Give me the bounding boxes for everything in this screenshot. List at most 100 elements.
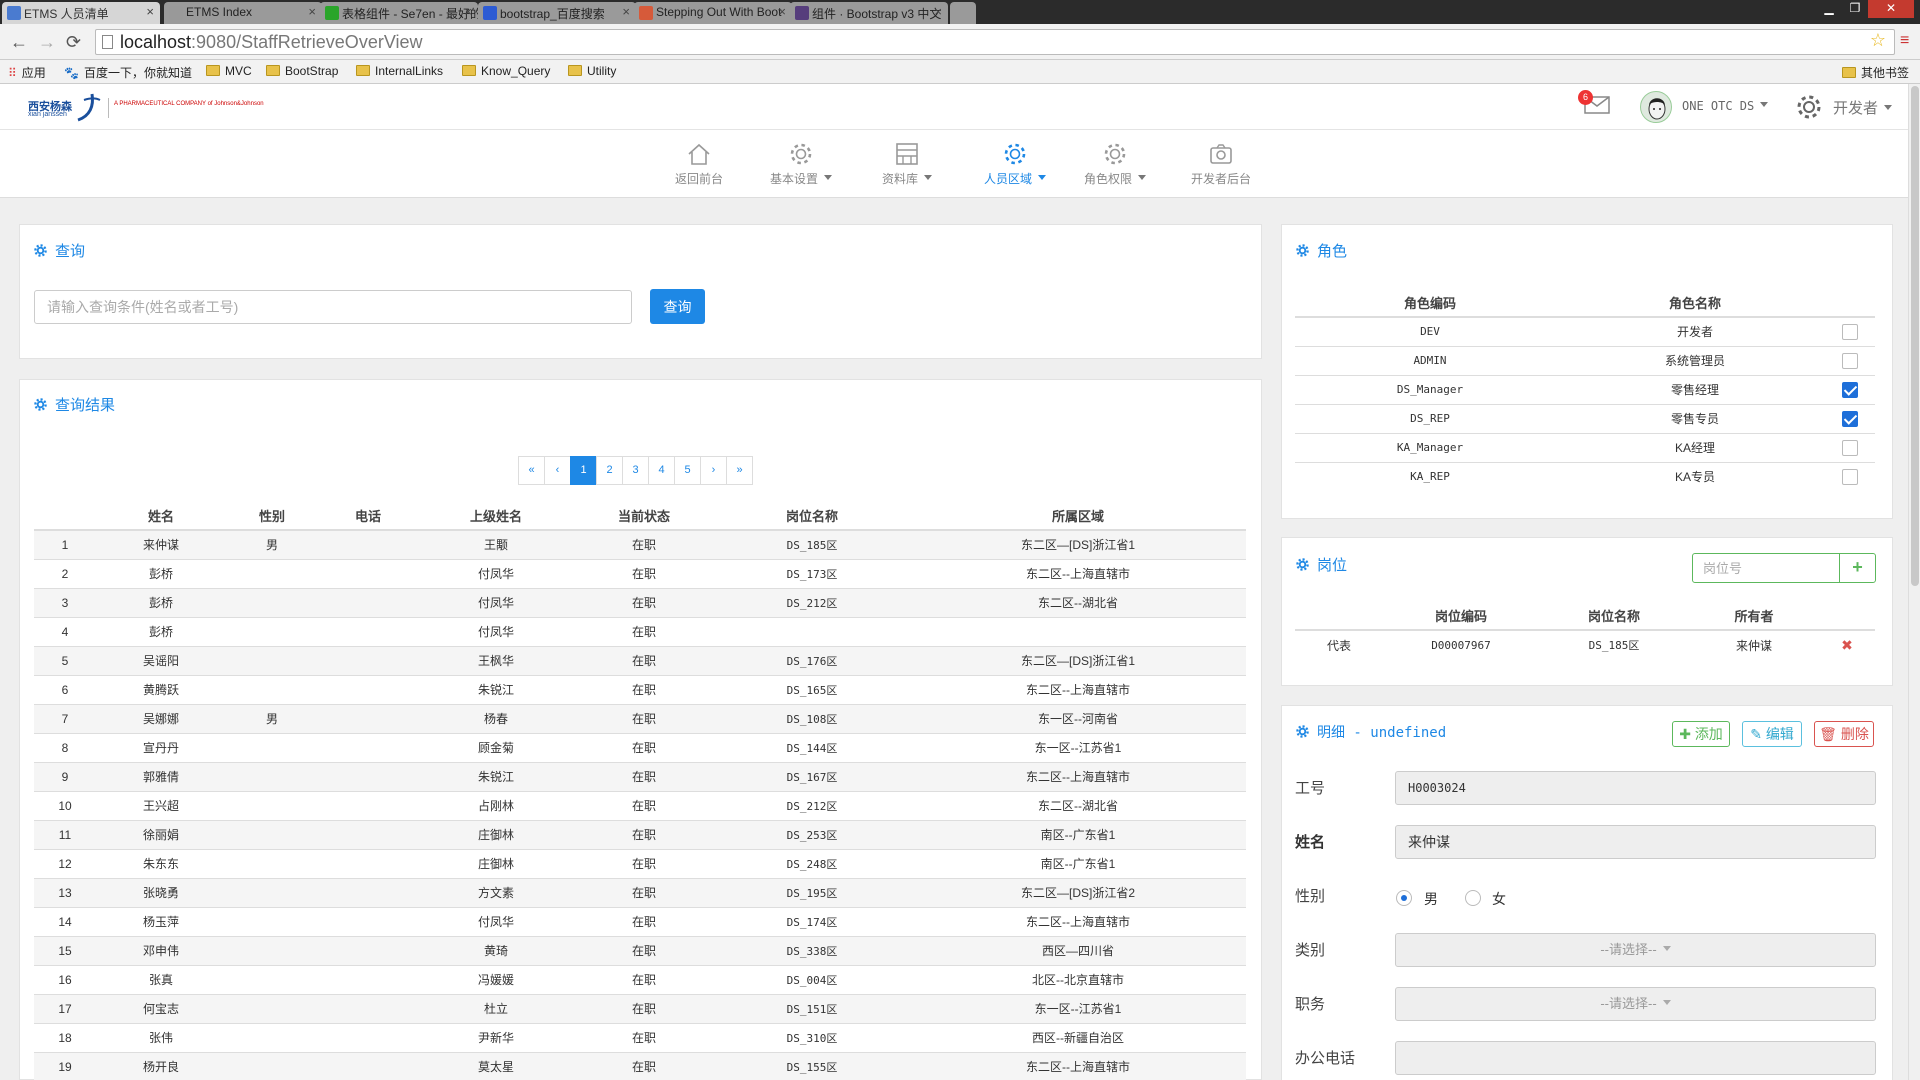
role-checkbox[interactable] (1842, 352, 1858, 369)
browser-tab[interactable]: Stepping Out With Boot × (634, 2, 792, 24)
position-select[interactable]: --请选择-- (1395, 987, 1876, 1021)
category-select[interactable]: --请选择-- (1395, 933, 1876, 967)
bookmark-item[interactable]: InternalLinks (356, 64, 443, 78)
role-checkbox[interactable] (1842, 410, 1858, 427)
table-row[interactable]: 18 张伟 尹新华 在职 DS_310区 西区--新疆自治区 (34, 1022, 1246, 1052)
page-link[interactable]: « (518, 456, 545, 485)
settings-gear-icon[interactable] (1795, 93, 1823, 121)
table-row[interactable]: 1 来仲谋男 王颙 在职 DS_185区 东二区—[DS]浙江省1 (34, 529, 1246, 559)
name-field[interactable]: 来仲谋 (1395, 825, 1876, 859)
edit-button[interactable]: ✎ 编辑 (1742, 721, 1802, 747)
browser-tab[interactable]: bootstrap_百度搜索 × (478, 2, 636, 24)
table-row[interactable]: 14 杨玉萍 付凤华 在职 DS_174区 东二区--上海直辖市 (34, 906, 1246, 936)
nav-item[interactable]: 返回前台 (654, 140, 744, 187)
table-row[interactable]: 13 张晓勇 方文素 在职 DS_195区 东二区—[DS]浙江省2 (34, 877, 1246, 907)
url-field[interactable]: localhost:9080/StaffRetrieveOverView ☆ (95, 29, 1895, 55)
bookmark-item[interactable]: Know_Query (462, 64, 550, 78)
menu-icon[interactable]: ≡ (1900, 32, 1909, 50)
bookmark-item[interactable]: ⠿ 应用 (8, 64, 46, 81)
restore-button[interactable]: ❐ (1842, 0, 1868, 18)
role-checkbox[interactable] (1842, 381, 1858, 398)
nav-item[interactable]: 角色权限 (1070, 140, 1160, 187)
new-tab-button[interactable] (950, 2, 976, 24)
column-header[interactable]: 岗位名称 (714, 502, 910, 531)
role-checkbox[interactable] (1842, 323, 1858, 340)
page-link[interactable]: › (700, 456, 727, 485)
table-row[interactable]: 11 徐丽娟 庄御林 在职 DS_253区 南区--广东省1 (34, 819, 1246, 849)
table-row[interactable]: 2 彭桥 付凤华 在职 DS_173区 东二区--上海直辖市 (34, 558, 1246, 588)
scrollbar-thumb[interactable] (1911, 86, 1919, 586)
office-phone-field[interactable] (1395, 1041, 1876, 1075)
table-row[interactable]: 3 彭桥 付凤华 在职 DS_212区 东二区--湖北省 (34, 587, 1246, 617)
column-header[interactable] (34, 502, 96, 531)
user-menu[interactable]: ONE OTC DS (1682, 99, 1769, 113)
reload-icon[interactable]: ⟳ (66, 32, 81, 53)
page-link[interactable]: » (726, 456, 753, 485)
page-link[interactable]: 4 (648, 456, 675, 485)
remove-icon[interactable]: ✖ (1841, 637, 1853, 653)
gender-male-radio[interactable] (1396, 890, 1412, 906)
company-logo[interactable]: 西安杨森 xian janssen A PHARMACEUTICAL COMPA… (28, 92, 264, 122)
close-icon[interactable]: × (934, 4, 942, 19)
browser-tab[interactable]: 组件 · Bootstrap v3 中文 × (790, 2, 948, 24)
browser-tab[interactable]: ETMS Index × (164, 2, 322, 24)
page-scrollbar[interactable] (1908, 84, 1920, 1080)
close-icon[interactable]: × (778, 4, 786, 19)
close-icon[interactable]: × (622, 4, 630, 19)
bookmark-star-icon[interactable]: ☆ (1870, 30, 1886, 51)
post-number-input[interactable] (1692, 553, 1840, 583)
nav-item[interactable]: 人员区域 (970, 140, 1060, 187)
nav-item[interactable]: 基本设置 (756, 140, 846, 187)
table-row[interactable]: 8 宣丹丹 顾金菊 在职 DS_144区 东一区--江苏省1 (34, 732, 1246, 762)
developer-menu[interactable]: 开发者 (1833, 97, 1893, 118)
browser-tab[interactable]: 表格组件 - Se7en - 最好的 × (320, 2, 478, 24)
table-row[interactable]: 10 王兴超 占刚林 在职 DS_212区 东二区--湖北省 (34, 790, 1246, 820)
table-row[interactable]: 17 何宝志 杜立 在职 DS_151区 东一区--江苏省1 (34, 993, 1246, 1023)
browser-tab[interactable]: ETMS 人员清单 × (2, 2, 160, 24)
close-icon[interactable]: × (308, 4, 316, 19)
table-row[interactable]: 16 张真 冯媛媛 在职 DS_004区 北区--北京直辖市 (34, 964, 1246, 994)
table-row[interactable]: 9 郭雅倩 朱锐江 在职 DS_167区 东二区--上海直辖市 (34, 761, 1246, 791)
gender-female-radio[interactable] (1465, 890, 1481, 906)
delete-button[interactable]: 🗑 删除 (1814, 721, 1874, 747)
search-input[interactable] (34, 290, 632, 324)
column-header[interactable]: 上级姓名 (418, 502, 574, 531)
column-header[interactable]: 性别 (226, 502, 318, 531)
table-row[interactable]: 6 黄腾跃 朱锐江 在职 DS_165区 东二区--上海直辖市 (34, 674, 1246, 704)
search-button[interactable]: 查询 (650, 289, 705, 324)
page-link[interactable]: ‹ (544, 456, 571, 485)
role-checkbox[interactable] (1842, 439, 1858, 456)
back-icon[interactable]: ← (10, 32, 28, 53)
table-row[interactable]: 19 杨开良 莫太星 在职 DS_155区 东二区--上海直辖市 (34, 1051, 1246, 1080)
table-row[interactable]: 4 彭桥 付凤华 在职 (34, 616, 1246, 646)
table-row[interactable]: 12 朱东东 庄御林 在职 DS_248区 南区--广东省1 (34, 848, 1246, 878)
employee-id-field[interactable]: H0003024 (1395, 771, 1876, 805)
bookmark-item[interactable]: BootStrap (266, 64, 338, 78)
column-header[interactable]: 所属区域 (910, 502, 1246, 531)
nav-item[interactable]: 资料库 (862, 140, 952, 187)
other-bookmarks[interactable]: 其他书签 (1842, 64, 1909, 81)
page-link[interactable]: 2 (596, 456, 623, 485)
column-header[interactable]: 当前状态 (574, 502, 714, 531)
add-button[interactable]: ✚ 添加 (1672, 721, 1730, 747)
bookmark-item[interactable]: MVC (206, 64, 252, 78)
close-icon[interactable]: × (146, 4, 154, 19)
table-row[interactable]: 7 吴娜娜男 杨春 在职 DS_108区 东一区--河南省 (34, 703, 1246, 733)
role-checkbox[interactable] (1842, 468, 1858, 485)
page-link[interactable]: 1 (570, 456, 597, 485)
nav-item[interactable]: 开发者后台 (1176, 140, 1266, 187)
bookmark-item[interactable]: 🐾 百度一下，你就知道 (64, 64, 192, 81)
add-post-button[interactable]: + (1839, 553, 1876, 583)
column-header[interactable]: 姓名 (96, 502, 226, 531)
avatar[interactable] (1640, 91, 1672, 123)
close-window-button[interactable]: ✕ (1868, 0, 1914, 18)
page-link[interactable]: 5 (674, 456, 701, 485)
minimize-button[interactable]: ▁ (1816, 0, 1842, 18)
close-icon[interactable]: × (464, 4, 472, 19)
page-link[interactable]: 3 (622, 456, 649, 485)
forward-icon[interactable]: → (38, 32, 56, 53)
table-row[interactable]: 15 邓申伟 黄琦 在职 DS_338区 西区—四川省 (34, 935, 1246, 965)
table-row[interactable]: 5 吴谣阳 王枫华 在职 DS_176区 东二区—[DS]浙江省1 (34, 645, 1246, 675)
column-header[interactable]: 电话 (318, 502, 418, 531)
bookmark-item[interactable]: Utility (568, 64, 616, 78)
